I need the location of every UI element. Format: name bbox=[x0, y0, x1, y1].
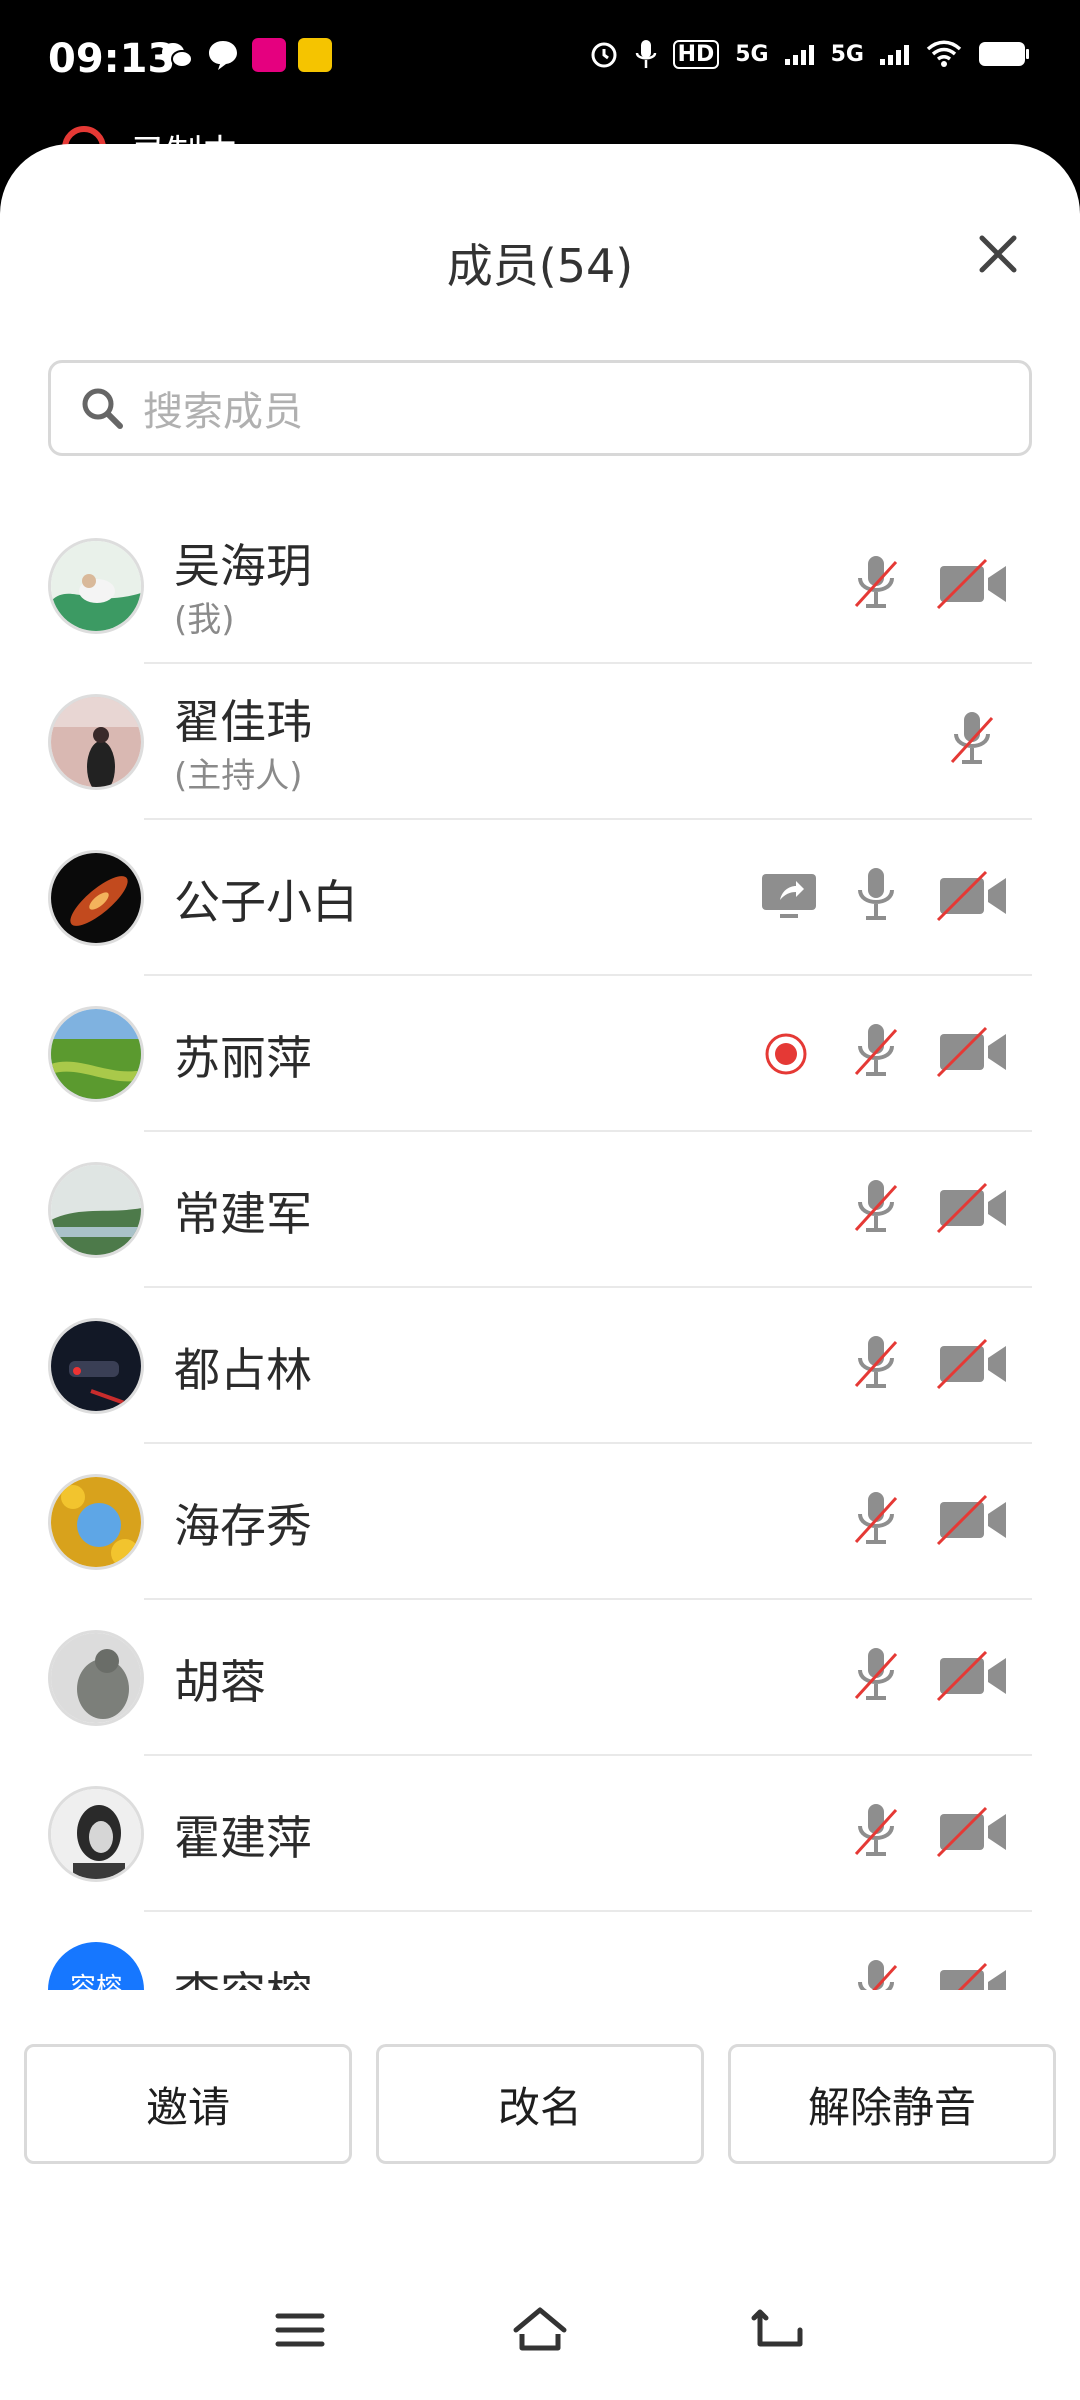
member-name: 翟佳玮 bbox=[174, 695, 312, 749]
avatar bbox=[48, 850, 144, 946]
list-item[interactable]: 吴海玥 (我) bbox=[0, 508, 1080, 664]
member-name: 吴海玥 bbox=[174, 539, 312, 593]
mic-muted-icon[interactable] bbox=[850, 1330, 902, 1394]
mic-muted-icon[interactable] bbox=[850, 1174, 902, 1238]
camera-off-icon[interactable] bbox=[936, 870, 1010, 922]
network-2-label: 5G bbox=[830, 41, 864, 67]
mic-muted-icon[interactable] bbox=[850, 1798, 902, 1862]
status-time: 09:13 bbox=[48, 36, 176, 82]
list-item[interactable]: 公子小白 bbox=[0, 820, 1080, 976]
app-icon-pink bbox=[252, 38, 286, 72]
mic-muted-icon[interactable] bbox=[850, 1018, 902, 1082]
member-name: 公子小白 bbox=[174, 875, 358, 929]
camera-off-icon[interactable] bbox=[936, 1182, 1010, 1234]
app-icon-yellow bbox=[298, 38, 332, 72]
member-list[interactable]: 吴海玥 (我) 翟佳玮 (主持人) 公子小白 苏丽萍 常建军 都占林 海存秀 胡… bbox=[0, 508, 1080, 1990]
wifi-icon bbox=[926, 40, 962, 67]
camera-off-icon[interactable] bbox=[936, 1650, 1010, 1702]
mic-status-icon bbox=[635, 40, 656, 68]
mic-muted-icon[interactable] bbox=[946, 706, 998, 770]
signal-icon bbox=[880, 45, 909, 65]
list-item[interactable]: 海存秀 bbox=[0, 1444, 1080, 1600]
list-item[interactable]: 都占林 bbox=[0, 1288, 1080, 1444]
camera-off-icon[interactable] bbox=[936, 1806, 1010, 1858]
camera-off-icon[interactable] bbox=[936, 1494, 1010, 1546]
list-item[interactable]: 苏丽萍 bbox=[0, 976, 1080, 1132]
menu-icon[interactable] bbox=[270, 2300, 330, 2360]
alarm-icon bbox=[591, 42, 617, 68]
search-input[interactable]: 搜索成员 bbox=[48, 360, 1032, 456]
mic-muted-icon[interactable] bbox=[850, 1954, 902, 1990]
network-1-label: 5G bbox=[735, 41, 769, 67]
members-sheet: 成员(54) 搜索成员 吴海玥 (我) 翟佳玮 (主持人) 公子小白 苏丽萍 常… bbox=[0, 144, 1080, 2400]
screen-share-icon[interactable] bbox=[760, 870, 818, 922]
avatar bbox=[48, 1006, 144, 1102]
member-name: 都占林 bbox=[174, 1343, 312, 1397]
list-item[interactable]: 容榕 李容榕 bbox=[0, 1912, 1080, 1990]
list-item[interactable]: 常建军 bbox=[0, 1132, 1080, 1288]
list-item[interactable]: 翟佳玮 (主持人) bbox=[0, 664, 1080, 820]
avatar bbox=[48, 1474, 144, 1570]
sheet-title: 成员(54) bbox=[446, 239, 634, 293]
member-role: (我) bbox=[174, 600, 235, 640]
avatar: 容榕 bbox=[48, 1942, 144, 1990]
invite-button[interactable]: 邀请 bbox=[24, 2044, 352, 2164]
avatar bbox=[48, 538, 144, 634]
member-role: (主持人) bbox=[174, 756, 303, 796]
camera-off-icon[interactable] bbox=[936, 558, 1010, 610]
list-item[interactable]: 胡蓉 bbox=[0, 1600, 1080, 1756]
status-icons: HD 5G 5G bbox=[589, 38, 1030, 70]
avatar-text: 容榕 bbox=[69, 1972, 122, 1991]
member-name: 胡蓉 bbox=[174, 1655, 266, 1709]
member-name: 霍建萍 bbox=[174, 1811, 312, 1865]
mic-on-icon[interactable] bbox=[850, 862, 902, 926]
camera-off-icon[interactable] bbox=[936, 1338, 1010, 1390]
member-name: 李容榕 bbox=[174, 1958, 312, 1990]
camera-off-icon[interactable] bbox=[936, 1026, 1010, 1078]
member-name: 海存秀 bbox=[174, 1499, 312, 1553]
member-name: 常建军 bbox=[174, 1187, 312, 1241]
avatar bbox=[48, 1318, 144, 1414]
back-icon[interactable] bbox=[750, 2300, 810, 2360]
search-placeholder: 搜索成员 bbox=[143, 389, 303, 435]
avatar bbox=[48, 1786, 144, 1882]
hd-label: HD bbox=[672, 39, 720, 69]
rename-button[interactable]: 改名 bbox=[376, 2044, 704, 2164]
avatar bbox=[48, 1630, 144, 1726]
avatar bbox=[48, 1162, 144, 1258]
recording-icon bbox=[765, 1033, 807, 1075]
home-icon[interactable] bbox=[510, 2300, 570, 2360]
wechat-icon bbox=[162, 43, 193, 68]
close-icon[interactable] bbox=[968, 224, 1028, 284]
mic-muted-icon[interactable] bbox=[850, 1642, 902, 1706]
search-icon bbox=[82, 388, 123, 429]
action-bar: 邀请 改名 解除静音 bbox=[0, 2024, 1080, 2164]
unmute-all-button[interactable]: 解除静音 bbox=[728, 2044, 1056, 2164]
battery-icon bbox=[979, 42, 1029, 66]
avatar bbox=[48, 694, 144, 790]
navigation-bar bbox=[0, 2290, 1080, 2400]
list-item[interactable]: 霍建萍 bbox=[0, 1756, 1080, 1912]
camera-off-icon[interactable] bbox=[936, 1962, 1010, 1990]
status-bar: 09:13 HD 5G 5G bbox=[0, 0, 1080, 120]
mic-muted-icon[interactable] bbox=[850, 1486, 902, 1550]
signal-icon bbox=[784, 45, 814, 65]
message-icon bbox=[209, 41, 237, 70]
mic-muted-icon[interactable] bbox=[850, 550, 902, 614]
member-name: 苏丽萍 bbox=[174, 1031, 312, 1085]
